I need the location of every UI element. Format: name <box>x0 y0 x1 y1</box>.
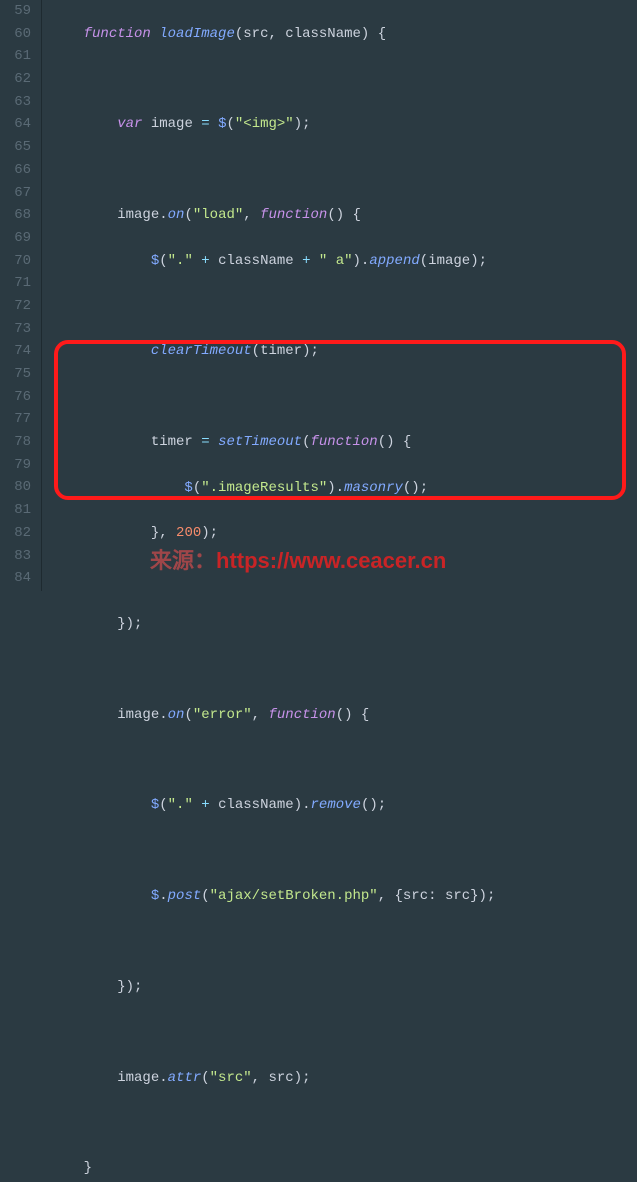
line-number: 71 <box>6 272 31 295</box>
method-append: append <box>369 253 419 269</box>
line-number: 70 <box>6 250 31 273</box>
line-number: 62 <box>6 68 31 91</box>
var-image: image <box>117 207 159 223</box>
code-line[interactable] <box>50 658 637 681</box>
method-masonry: masonry <box>344 480 403 496</box>
var-classname: className <box>218 253 294 269</box>
string-dot: "." <box>168 797 193 813</box>
code-line[interactable] <box>50 931 637 954</box>
string-src: "src" <box>210 1070 252 1086</box>
line-number: 78 <box>6 431 31 454</box>
code-line[interactable]: function loadImage(src, className) { <box>50 23 637 46</box>
line-number: 77 <box>6 408 31 431</box>
line-number: 61 <box>6 45 31 68</box>
keyword-function: function <box>310 434 377 450</box>
code-line[interactable] <box>50 1021 637 1044</box>
line-number: 76 <box>6 386 31 409</box>
code-line[interactable]: image.attr("src", src); <box>50 1067 637 1090</box>
code-line[interactable]: var image = $("<img>"); <box>50 113 637 136</box>
line-number: 67 <box>6 182 31 205</box>
var-image: image <box>151 116 193 132</box>
keyword-function: function <box>268 707 335 723</box>
keyword-function: function <box>84 26 151 42</box>
code-line[interactable] <box>50 749 637 772</box>
code-line[interactable]: clearTimeout(timer); <box>50 340 637 363</box>
line-number: 72 <box>6 295 31 318</box>
arg-image: image <box>428 253 470 269</box>
string-load: "load" <box>193 207 243 223</box>
code-line[interactable]: image.on("load", function() { <box>50 204 637 227</box>
string-imageresults: ".imageResults" <box>201 480 327 496</box>
code-line[interactable]: image.on("error", function() { <box>50 704 637 727</box>
line-number: 69 <box>6 227 31 250</box>
code-line[interactable]: $("." + className).remove(); <box>50 794 637 817</box>
code-area[interactable]: function loadImage(src, className) { var… <box>42 0 637 591</box>
key-src: src <box>403 888 428 904</box>
op-plus: + <box>201 253 209 269</box>
code-line[interactable]: }); <box>50 976 637 999</box>
jquery-dollar: $ <box>151 888 159 904</box>
fn-settimeout: setTimeout <box>218 434 302 450</box>
keyword-var: var <box>117 116 142 132</box>
line-number: 75 <box>6 363 31 386</box>
arg-src: src <box>268 1070 293 1086</box>
param-classname: className <box>285 26 361 42</box>
method-attr: attr <box>168 1070 202 1086</box>
code-line[interactable]: $("." + className + " a").append(image); <box>50 250 637 273</box>
method-on: on <box>168 207 185 223</box>
line-number: 79 <box>6 454 31 477</box>
line-number: 59 <box>6 0 31 23</box>
jquery-dollar: $ <box>151 253 159 269</box>
method-post: post <box>168 888 202 904</box>
fn-cleartimeout: clearTimeout <box>151 343 252 359</box>
code-line[interactable] <box>50 1112 637 1135</box>
line-number: 80 <box>6 476 31 499</box>
code-line[interactable] <box>50 567 637 590</box>
function-name: loadImage <box>159 26 235 42</box>
code-line[interactable]: }); <box>50 613 637 636</box>
line-number: 63 <box>6 91 31 114</box>
line-number-gutter: 5960616263646566676869707172737475767778… <box>0 0 42 591</box>
code-line[interactable]: $.post("ajax/setBroken.php", {src: src})… <box>50 885 637 908</box>
line-number: 83 <box>6 545 31 568</box>
line-number: 68 <box>6 204 31 227</box>
code-line[interactable]: $(".imageResults").masonry(); <box>50 477 637 500</box>
string-dot: "." <box>168 253 193 269</box>
line-number: 65 <box>6 136 31 159</box>
jquery-dollar: $ <box>151 797 159 813</box>
param-src: src <box>243 26 268 42</box>
code-line[interactable] <box>50 68 637 91</box>
code-editor: 5960616263646566676869707172737475767778… <box>0 0 637 591</box>
code-line[interactable] <box>50 159 637 182</box>
jquery-dollar: $ <box>184 480 192 496</box>
string-img: "<img>" <box>235 116 294 132</box>
line-number: 66 <box>6 159 31 182</box>
var-classname: className <box>218 797 294 813</box>
line-number: 74 <box>6 340 31 363</box>
code-line[interactable] <box>50 840 637 863</box>
var-timer: timer <box>151 434 193 450</box>
code-line[interactable] <box>50 386 637 409</box>
method-on: on <box>168 707 185 723</box>
code-line[interactable]: }, 200); <box>50 522 637 545</box>
arg-timer: timer <box>260 343 302 359</box>
line-number: 60 <box>6 23 31 46</box>
code-line[interactable]: timer = setTimeout(function() { <box>50 431 637 454</box>
var-image: image <box>117 1070 159 1086</box>
var-image: image <box>117 707 159 723</box>
method-remove: remove <box>311 797 361 813</box>
keyword-function: function <box>260 207 327 223</box>
string-a: " a" <box>319 253 353 269</box>
string-error: "error" <box>193 707 252 723</box>
line-number: 81 <box>6 499 31 522</box>
code-line[interactable]: } <box>50 1157 637 1180</box>
string-ajax-url: "ajax/setBroken.php" <box>210 888 378 904</box>
val-src: src <box>445 888 470 904</box>
line-number: 73 <box>6 318 31 341</box>
line-number: 84 <box>6 567 31 590</box>
code-line[interactable] <box>50 295 637 318</box>
line-number: 82 <box>6 522 31 545</box>
number-200: 200 <box>176 525 201 541</box>
line-number: 64 <box>6 113 31 136</box>
